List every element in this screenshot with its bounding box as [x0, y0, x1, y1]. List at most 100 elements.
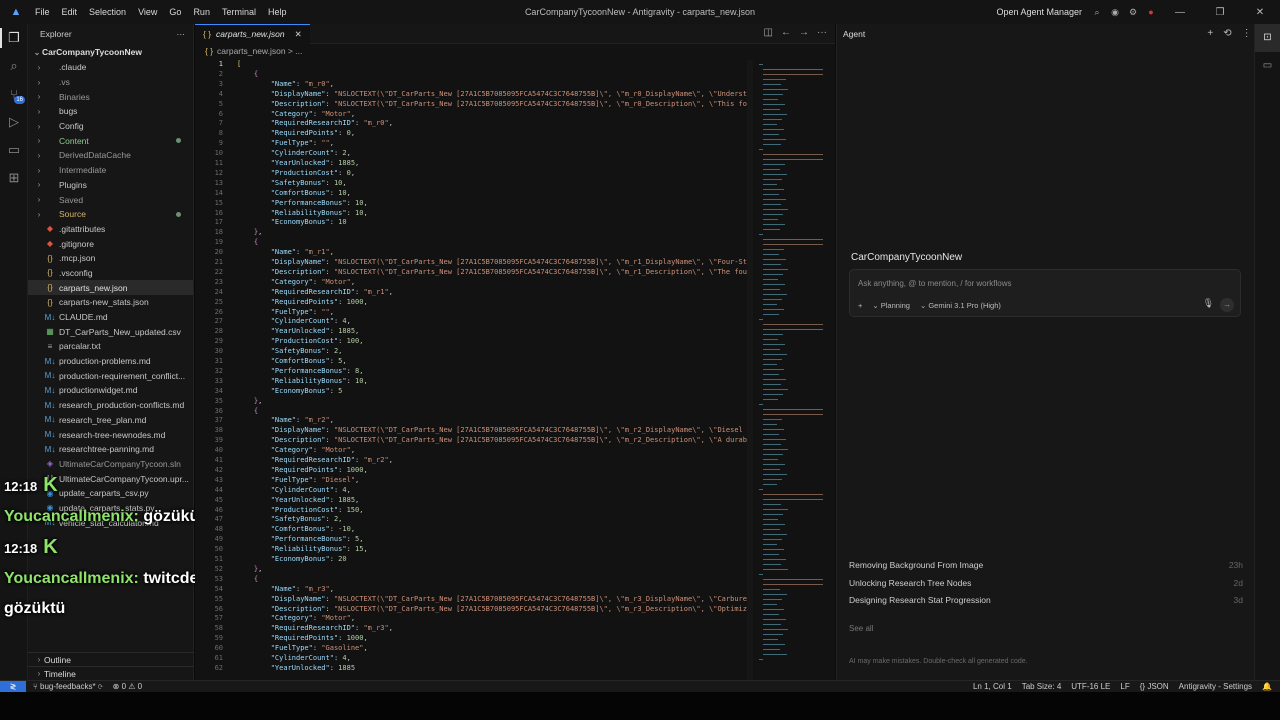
- code-line: "YearUnlocked": 1885,: [270, 495, 360, 504]
- menu-item-file[interactable]: File: [35, 7, 50, 17]
- code-line: {: [253, 69, 259, 78]
- run-debug-icon[interactable]: ▷: [0, 108, 28, 136]
- search-view-icon[interactable]: ⌕: [0, 52, 28, 80]
- send-button[interactable]: →: [1220, 298, 1234, 312]
- antigravity-settings[interactable]: Antigravity - Settings: [1179, 682, 1252, 691]
- problems-indicator[interactable]: ⊗ 0 ⚠ 0: [113, 682, 142, 691]
- split-editor-icon[interactable]: ◫: [764, 27, 773, 38]
- history-icon[interactable]: ⟲: [1223, 28, 1231, 39]
- file-tree-item[interactable]: M↓ productionwidget.md: [28, 383, 193, 398]
- cursor-position[interactable]: Ln 1, Col 1: [973, 682, 1012, 691]
- file-tree-item[interactable]: › Config: [28, 119, 193, 134]
- microphone-icon[interactable]: 🎙: [1203, 298, 1214, 309]
- file-tree-item[interactable]: M↓ research-tree-newnodes.md: [28, 427, 193, 442]
- file-tree-item[interactable]: › Source: [28, 207, 193, 222]
- agent-toggle-icon[interactable]: ⊡: [1255, 24, 1280, 52]
- go-back-icon[interactable]: ←: [781, 27, 791, 38]
- file-tree-item[interactable]: ≡ parcalar.txt: [28, 339, 193, 354]
- remote-explorer-icon[interactable]: ▭: [0, 136, 28, 164]
- explorer-icon[interactable]: ❐: [0, 24, 28, 52]
- see-all-link[interactable]: See all: [849, 624, 873, 633]
- encoding[interactable]: UTF-16 LE: [1071, 682, 1110, 691]
- branch-indicator[interactable]: ⑂ bug-feedbacks* ⟳: [33, 682, 103, 691]
- minimap-line: [763, 169, 780, 170]
- file-tree-item[interactable]: ▦ DT_CarParts_New_updated.csv: [28, 324, 193, 339]
- file-tree-item[interactable]: {} .vsconfig: [28, 266, 193, 281]
- file-tree-item[interactable]: M↓ research_tree_plan.md: [28, 413, 193, 428]
- file-tree-item[interactable]: › .claude: [28, 60, 193, 75]
- menu-item-help[interactable]: Help: [268, 7, 287, 17]
- file-tree-item[interactable]: {} carparts-new_stats.json: [28, 295, 193, 310]
- file-tree-item[interactable]: M↓ researchtree-panning.md: [28, 442, 193, 457]
- remote-indicator-icon[interactable]: ≷: [0, 680, 26, 693]
- conversation-item[interactable]: Removing Background From Image 23h: [849, 560, 1243, 570]
- language-mode[interactable]: {} JSON: [1140, 682, 1169, 691]
- conversation-item[interactable]: Unlocking Research Tree Nodes 2d: [849, 578, 1243, 588]
- file-tree-item[interactable]: › .vs: [28, 75, 193, 90]
- file-tree-item[interactable]: › Plugins: [28, 178, 193, 193]
- file-tree-item[interactable]: M↓ production-requirement_conflict...: [28, 368, 193, 383]
- editor-more-icon[interactable]: ···: [817, 27, 827, 38]
- file-tree-item[interactable]: ◆ .gitignore: [28, 236, 193, 251]
- file-tree-item[interactable]: › Binaries: [28, 89, 193, 104]
- line-number: 12: [214, 168, 223, 177]
- outline-section[interactable]: › Outline: [28, 652, 194, 666]
- tab-size[interactable]: Tab Size: 4: [1022, 682, 1062, 691]
- workspace-root[interactable]: ⌄ CarCompanyTycoonNew: [28, 44, 193, 60]
- terminal-toggle-icon[interactable]: ▭: [1255, 52, 1280, 80]
- editor-scrollbar[interactable]: [747, 60, 753, 680]
- menu-item-view[interactable]: View: [138, 7, 157, 17]
- add-context-icon[interactable]: +: [858, 301, 862, 310]
- profile-avatar-icon[interactable]: ●: [1144, 7, 1158, 17]
- go-forward-icon[interactable]: →: [799, 27, 809, 38]
- file-tree-item[interactable]: M↓ CLAUDE.md: [28, 310, 193, 325]
- timeline-section[interactable]: › Timeline: [28, 666, 194, 680]
- mode-select[interactable]: ⌄ Planning: [872, 301, 910, 310]
- close-tab-icon[interactable]: ✕: [295, 29, 302, 40]
- file-tree-item[interactable]: › Content: [28, 133, 193, 148]
- source-control-icon[interactable]: ⑂ 16: [0, 80, 28, 108]
- settings-gear-icon[interactable]: ⚙: [1126, 7, 1140, 18]
- line-number: 33: [214, 376, 223, 385]
- file-tree-item[interactable]: › Saved: [28, 192, 193, 207]
- menu-item-edit[interactable]: Edit: [62, 7, 78, 17]
- json-file-icon: {}: [47, 253, 53, 263]
- code-line: "Name": "m_r3",: [270, 584, 334, 593]
- minimap-line: [763, 119, 782, 120]
- conversation-item[interactable]: Designing Research Stat Progression 3d: [849, 595, 1243, 605]
- new-chat-icon[interactable]: +: [1207, 28, 1213, 39]
- file-tree-item[interactable]: {} .mcp.json: [28, 251, 193, 266]
- file-tree-item[interactable]: {} carparts_new.json: [28, 280, 193, 295]
- menu-item-selection[interactable]: Selection: [89, 7, 126, 17]
- file-tree-item[interactable]: M↓ production-problems.md: [28, 354, 193, 369]
- close-window-button[interactable]: ✕: [1240, 7, 1280, 18]
- maximize-button[interactable]: ❐: [1200, 7, 1240, 18]
- menu-item-go[interactable]: Go: [169, 7, 181, 17]
- file-tree-item[interactable]: › DerivedDataCache: [28, 148, 193, 163]
- more-actions-icon[interactable]: ···: [177, 29, 186, 39]
- breadcrumb[interactable]: { } carparts_new.json > ...: [195, 44, 835, 58]
- line-number: 55: [214, 594, 223, 603]
- open-agent-manager-button[interactable]: Open Agent Manager: [996, 7, 1082, 17]
- file-tree-item[interactable]: M↓ research_production-conflicts.md: [28, 398, 193, 413]
- agent-more-icon[interactable]: ⋮: [1242, 28, 1252, 39]
- agent-input-box[interactable]: Ask anything, @ to mention, / for workfl…: [849, 269, 1241, 317]
- minimize-button[interactable]: —: [1160, 7, 1200, 18]
- model-select[interactable]: ⌄ Gemini 3.1 Pro (High): [920, 301, 1001, 310]
- file-tree-item[interactable]: ◆ .gitattributes: [28, 222, 193, 237]
- file-tree-item[interactable]: › Intermediate: [28, 163, 193, 178]
- eol[interactable]: LF: [1120, 682, 1129, 691]
- code-editor[interactable]: 1 [2 {3 "Name": "m_r0", 4 "DisplayName": "…: [195, 60, 750, 680]
- menu-item-terminal[interactable]: Terminal: [222, 7, 256, 17]
- tab-carparts-json[interactable]: { } carparts_new.json ✕: [195, 23, 310, 44]
- file-tree-item[interactable]: › bugs: [28, 104, 193, 119]
- extensions-icon[interactable]: ⊞: [0, 164, 28, 192]
- menu-item-run[interactable]: Run: [193, 7, 210, 17]
- search-icon[interactable]: ⌕: [1090, 7, 1104, 18]
- minimap-line: [763, 424, 777, 425]
- file-tree-label: parcalar.txt: [59, 341, 101, 352]
- account-icon[interactable]: ◉: [1108, 7, 1122, 18]
- code-line: "SafetyBonus": 10,: [270, 178, 347, 187]
- notifications-icon[interactable]: 🔔: [1262, 682, 1272, 691]
- minimap[interactable]: [757, 60, 827, 680]
